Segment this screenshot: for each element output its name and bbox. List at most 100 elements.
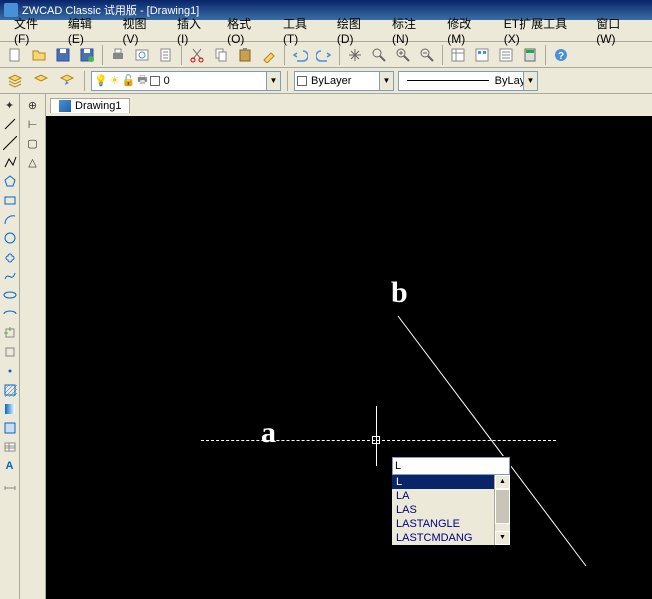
suggestion-scrollbar[interactable]: ▲ ▼	[494, 475, 510, 545]
pan-button[interactable]	[344, 44, 366, 66]
from-icon[interactable]: ⊢	[24, 115, 42, 133]
annotation-a: a	[261, 416, 276, 450]
make-block-tool[interactable]	[1, 343, 19, 361]
menu-edit[interactable]: 编辑(E)	[60, 15, 115, 46]
revcloud-tool[interactable]	[1, 248, 19, 266]
undo-button[interactable]	[289, 44, 311, 66]
dropdown-arrow-icon[interactable]: ▼	[379, 72, 393, 90]
command-option[interactable]: LA	[392, 489, 494, 503]
table-tool[interactable]	[1, 438, 19, 456]
menu-format[interactable]: 格式(O)	[219, 15, 275, 46]
document-tab[interactable]: Drawing1	[50, 98, 130, 113]
publish-button[interactable]	[155, 44, 177, 66]
polygon-tool[interactable]	[1, 172, 19, 190]
mtext-tool[interactable]: A	[1, 457, 19, 475]
dropdown-arrow-icon[interactable]: ▼	[523, 72, 537, 90]
cut-button[interactable]	[186, 44, 208, 66]
layer-previous-button[interactable]	[56, 70, 78, 92]
calculator-button[interactable]	[519, 44, 541, 66]
menu-view[interactable]: 视图(V)	[114, 15, 169, 46]
match-prop-button[interactable]	[258, 44, 280, 66]
menu-draw[interactable]: 绘图(D)	[329, 15, 384, 46]
redo-button[interactable]	[313, 44, 335, 66]
save-button[interactable]	[52, 44, 74, 66]
properties-button[interactable]	[447, 44, 469, 66]
ellipse-tool[interactable]	[1, 286, 19, 304]
menu-insert[interactable]: 插入(I)	[169, 15, 219, 46]
gradient-tool[interactable]	[1, 400, 19, 418]
menu-bar: 文件(F) 编辑(E) 视图(V) 插入(I) 格式(O) 工具(T) 绘图(D…	[0, 20, 652, 42]
osnap-icon[interactable]: ✦	[1, 96, 19, 114]
svg-text:?: ?	[558, 51, 564, 62]
print-icon: 🖶	[137, 71, 147, 90]
separator	[545, 45, 546, 65]
design-center-button[interactable]	[471, 44, 493, 66]
layer-combo[interactable]: 💡 ☀ 🔓 🖶 0 ▼	[91, 71, 281, 91]
menu-window[interactable]: 窗口(W)	[588, 15, 646, 46]
layer-color-swatch	[150, 76, 160, 86]
separator	[181, 45, 182, 65]
menu-dim[interactable]: 标注(N)	[384, 15, 439, 46]
menu-modify[interactable]: 修改(M)	[439, 15, 495, 46]
print-button[interactable]	[107, 44, 129, 66]
dropdown-arrow-icon[interactable]: ▼	[266, 72, 280, 90]
scroll-thumb[interactable]	[495, 489, 510, 524]
document-tab-label: Drawing1	[75, 100, 121, 112]
tracking-icon[interactable]: ⊕	[24, 96, 42, 114]
scroll-up-icon[interactable]: ▲	[495, 475, 510, 489]
line-tool[interactable]	[1, 115, 19, 133]
draw-toolbar-1: ✦ A	[0, 94, 20, 599]
pline-tool[interactable]	[1, 153, 19, 171]
region-tool[interactable]	[1, 419, 19, 437]
copy-button[interactable]	[210, 44, 232, 66]
zoom-window-button[interactable]	[392, 44, 414, 66]
ellipse-arc-tool[interactable]	[1, 305, 19, 323]
new-button[interactable]	[4, 44, 26, 66]
command-autocomplete-popup: L LA LAS LASTANGLE LASTCMDANG ▲ ▼	[391, 456, 511, 546]
zoom-previous-button[interactable]	[416, 44, 438, 66]
command-input[interactable]	[392, 457, 510, 475]
command-option[interactable]: LASTCMDANG	[392, 531, 494, 545]
drawing-canvas[interactable]: a b L LA LAS LASTANGLE LASTCMDANG	[46, 116, 652, 599]
layer-states-button[interactable]	[30, 70, 52, 92]
point-tool[interactable]	[1, 362, 19, 380]
menu-file[interactable]: 文件(F)	[6, 15, 60, 46]
layer-props-button[interactable]	[4, 70, 26, 92]
separator	[287, 71, 288, 91]
color-value: ByLayer	[311, 75, 351, 87]
sun-icon: ☀	[110, 74, 120, 87]
document-tabs: Drawing1	[46, 94, 652, 116]
open-button[interactable]	[28, 44, 50, 66]
zoom-realtime-button[interactable]	[368, 44, 390, 66]
dimension-tool[interactable]	[1, 476, 19, 494]
standard-toolbar: ?	[0, 42, 652, 68]
command-option[interactable]: LAS	[392, 503, 494, 517]
separator	[84, 71, 85, 91]
drawing-file-icon	[59, 100, 71, 112]
scroll-down-icon[interactable]: ▼	[495, 531, 510, 545]
plot-preview-button[interactable]	[131, 44, 153, 66]
midpoint-icon[interactable]: △	[24, 153, 42, 171]
command-option[interactable]: L	[392, 475, 494, 489]
arc-tool[interactable]	[1, 210, 19, 228]
menu-et[interactable]: ET扩展工具(X)	[496, 15, 588, 46]
tool-palettes-button[interactable]	[495, 44, 517, 66]
endpoint-icon[interactable]: ▢	[24, 134, 42, 152]
help-button[interactable]: ?	[550, 44, 572, 66]
circle-tool[interactable]	[1, 229, 19, 247]
canvas-wrap: Drawing1 a b L LA LAS	[46, 94, 652, 599]
saveas-button[interactable]	[76, 44, 98, 66]
insert-block-tool[interactable]	[1, 324, 19, 342]
command-option[interactable]: LASTANGLE	[392, 517, 494, 531]
spline-tool[interactable]	[1, 267, 19, 285]
lightbulb-icon: 💡	[94, 74, 108, 87]
linetype-combo[interactable]: ByLayer ▼	[398, 71, 538, 91]
menu-tools[interactable]: 工具(T)	[275, 15, 329, 46]
draw-toolbar-2: ⊕ ⊢ ▢ △	[20, 94, 46, 599]
paste-button[interactable]	[234, 44, 256, 66]
hatch-tool[interactable]	[1, 381, 19, 399]
color-combo[interactable]: ByLayer ▼	[294, 71, 394, 91]
linetype-sample	[407, 80, 489, 81]
rectangle-tool[interactable]	[1, 191, 19, 209]
xline-tool[interactable]	[1, 134, 19, 152]
